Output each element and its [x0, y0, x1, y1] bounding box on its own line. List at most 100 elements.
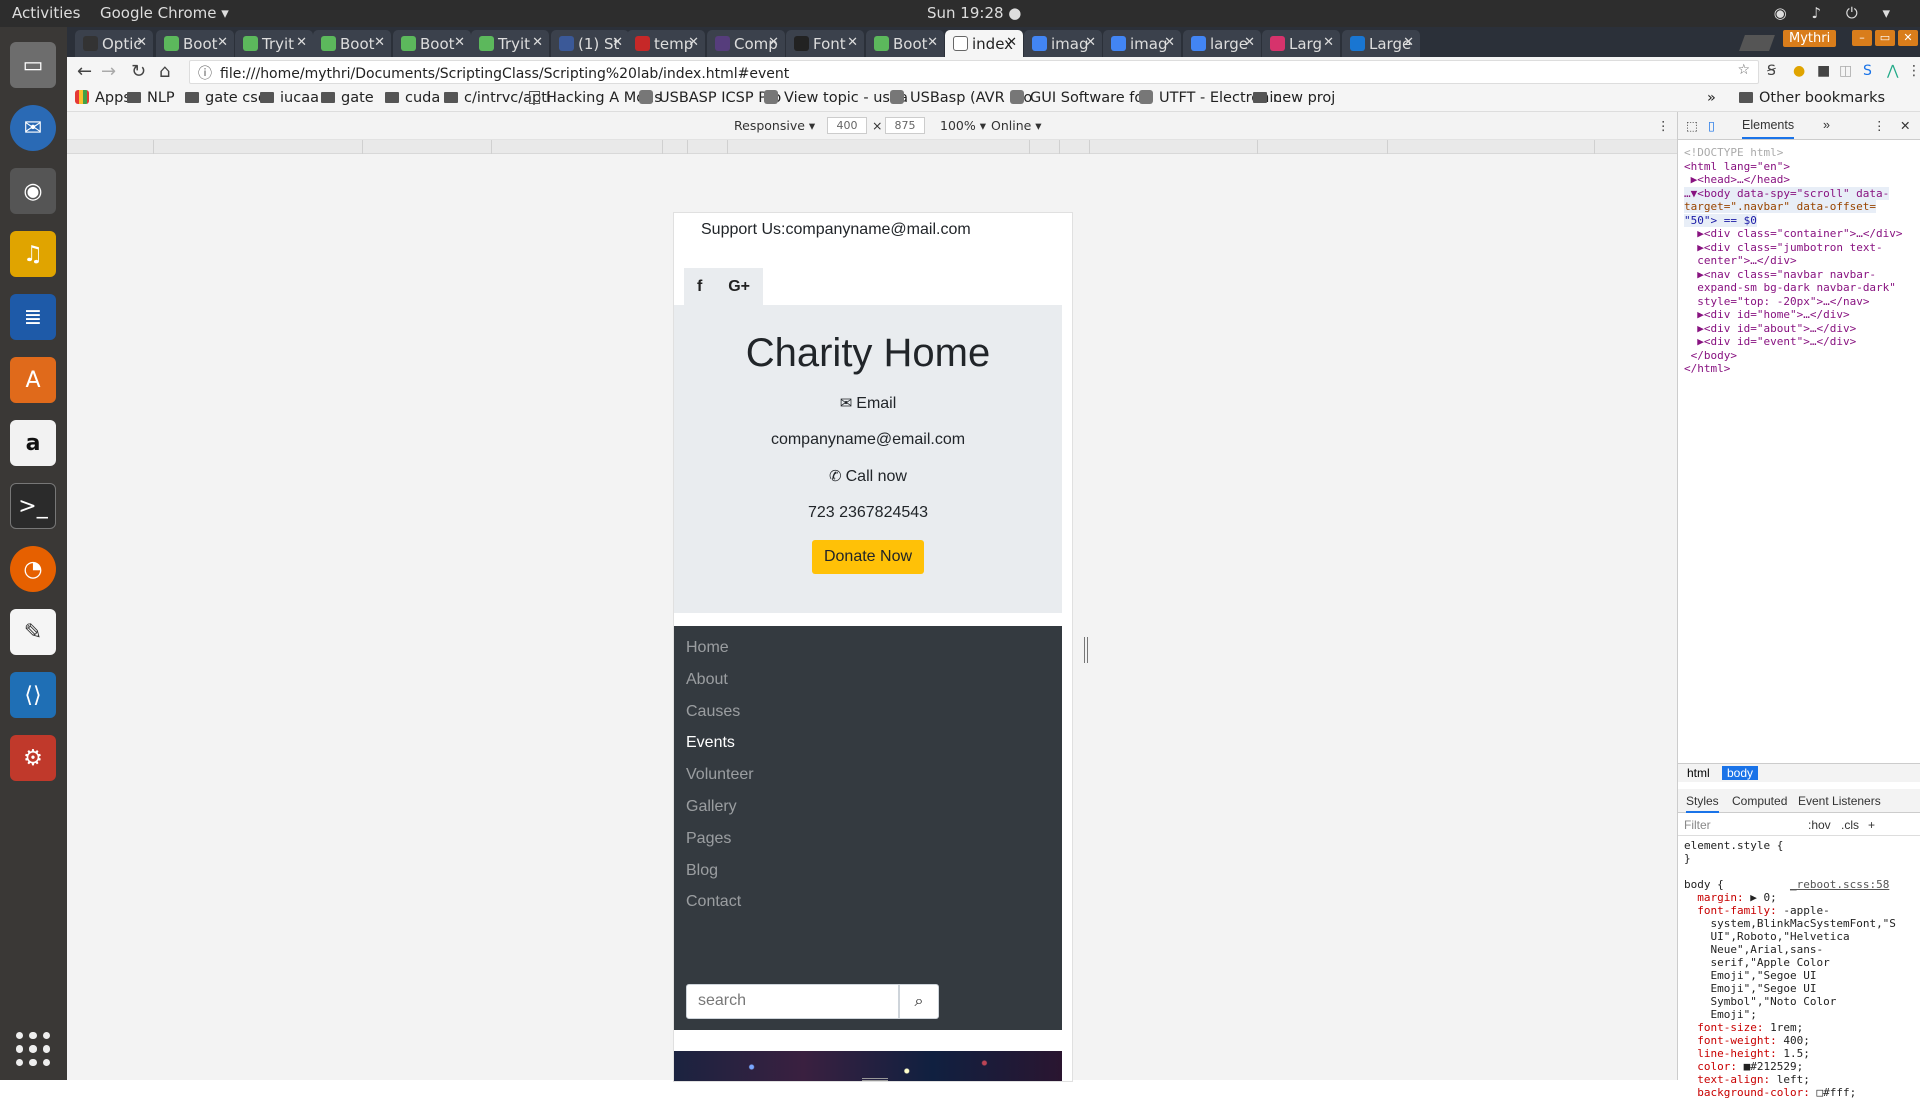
bookmark-folder[interactable]: iucaa — [260, 90, 319, 106]
crumb-html[interactable]: html — [1682, 766, 1715, 780]
tab-styles[interactable]: Styles — [1686, 794, 1719, 813]
tab-close-icon[interactable]: ✕ — [1323, 35, 1334, 50]
tab-close-icon[interactable]: ✕ — [532, 35, 543, 50]
info-icon[interactable]: ⓘ — [198, 66, 212, 82]
bookmark-folder[interactable]: cuda — [385, 90, 440, 106]
tab-close-icon[interactable]: ✕ — [847, 35, 858, 50]
tab-close-icon[interactable]: ✕ — [136, 35, 147, 50]
css-prop[interactable]: color: — [1697, 1060, 1737, 1073]
tab-close-icon[interactable]: ✕ — [296, 35, 307, 50]
add-rule-button[interactable]: + — [1868, 818, 1875, 832]
new-tab-button[interactable] — [1739, 35, 1775, 51]
activities-button[interactable]: Activities — [12, 4, 80, 22]
vscode-icon[interactable]: ⟨⟩ — [10, 672, 56, 718]
device-toggle-icon[interactable]: ▯ — [1708, 118, 1715, 133]
files-icon[interactable]: ▭ — [10, 42, 56, 88]
tab-elements[interactable]: Elements — [1742, 118, 1795, 139]
tab-close-icon[interactable]: ✕ — [768, 35, 779, 50]
dom-node[interactable]: ▶<head>…</head> — [1691, 173, 1790, 186]
styles-filter-input[interactable]: Filter — [1684, 818, 1711, 832]
extension-icon[interactable]: S — [1863, 63, 1872, 79]
device-mode-select[interactable]: Responsive ▾ — [734, 118, 815, 133]
nav-item-about[interactable]: About — [686, 671, 728, 689]
inspect-icon[interactable]: ⬚ — [1686, 118, 1698, 133]
settings-icon[interactable]: ⚙ — [10, 735, 56, 781]
forward-icon[interactable]: → — [101, 61, 116, 82]
tab-0[interactable]: Optic ✕ — [75, 30, 153, 57]
extension-icon[interactable]: ● — [1793, 63, 1805, 79]
dom-node[interactable]: ▶<div id="event">…</div> — [1697, 335, 1856, 348]
tab-close-icon[interactable]: ✕ — [217, 35, 228, 50]
zoom-select[interactable]: 100% ▾ — [940, 118, 986, 133]
show-apps-icon[interactable] — [16, 1032, 50, 1066]
tab-close-icon[interactable]: ✕ — [374, 35, 385, 50]
tab-event-listeners[interactable]: Event Listeners — [1798, 794, 1881, 808]
css-val[interactable]: ▶ 0; — [1744, 891, 1777, 904]
device-toolbar-menu-icon[interactable]: ⋮ — [1657, 118, 1670, 133]
back-icon[interactable]: ← — [77, 61, 92, 82]
css-val[interactable]: 400; — [1777, 1034, 1810, 1047]
tab-16[interactable]: Large ✕ — [1342, 30, 1420, 57]
reload-icon[interactable]: ↻ — [131, 61, 146, 82]
tab-8[interactable]: Comp ✕ — [707, 30, 785, 57]
nav-item-pages[interactable]: Pages — [686, 830, 731, 848]
tab-10[interactable]: Boot ✕ — [866, 30, 944, 57]
css-prop[interactable]: background-color: — [1697, 1086, 1810, 1099]
firefox-icon[interactable]: ◔ — [10, 546, 56, 592]
rhythmbox-icon[interactable]: ♫ — [10, 231, 56, 277]
extension-icon[interactable]: ⋀ — [1887, 63, 1898, 79]
css-val[interactable]: 1rem; — [1763, 1021, 1803, 1034]
tab-15[interactable]: Larg ✕ — [1262, 30, 1340, 57]
bookmark-apps[interactable]: Apps — [75, 90, 131, 106]
css-prop[interactable]: font-size: — [1697, 1021, 1763, 1034]
tab-3[interactable]: Boot ✕ — [313, 30, 391, 57]
nav-item-blog[interactable]: Blog — [686, 862, 718, 880]
devtools-menu-icon[interactable]: ⋮ — [1873, 118, 1886, 133]
crumb-body[interactable]: body — [1722, 766, 1759, 780]
software-center-icon[interactable]: A — [10, 357, 56, 403]
close-window-button[interactable]: ✕ — [1898, 30, 1918, 46]
bookmark-folder[interactable]: gate cse — [185, 90, 267, 106]
bookmark-star-icon[interactable]: ☆ — [1737, 62, 1750, 78]
bookmark-site[interactable]: GUI Software for — [1010, 90, 1149, 106]
styles-pane[interactable]: element.style { } body { _reboot.scss:58… — [1684, 839, 1916, 1099]
tab-close-icon[interactable]: ✕ — [1403, 35, 1414, 50]
system-tray[interactable]: ◉ ♪ ⏻ ▾ — [1774, 4, 1900, 22]
css-val[interactable]: ■#212529; — [1737, 1060, 1804, 1073]
dom-node[interactable]: ▶<div id="home">…</div> — [1697, 308, 1849, 321]
css-prop[interactable]: line-height: — [1697, 1047, 1776, 1060]
amazon-icon[interactable]: a — [10, 420, 56, 466]
network-select[interactable]: Online ▾ — [991, 118, 1042, 133]
app-menu[interactable]: Google Chrome ▾ — [100, 4, 229, 22]
media-query-ruler[interactable] — [67, 140, 1677, 154]
css-prop[interactable]: margin: — [1697, 891, 1743, 904]
nav-item-gallery[interactable]: Gallery — [686, 798, 737, 816]
search-input[interactable]: search — [686, 984, 899, 1019]
css-source-link[interactable]: _reboot.scss:58 — [1790, 878, 1889, 891]
profile-button[interactable]: Mythri — [1783, 30, 1837, 47]
css-val[interactable]: 1.5; — [1777, 1047, 1810, 1060]
tab-13[interactable]: imag ✕ — [1103, 30, 1181, 57]
extension-icon[interactable]: ◫ — [1839, 63, 1852, 79]
tab-close-icon[interactable]: ✕ — [454, 35, 465, 50]
other-bookmarks[interactable]: Other bookmarks — [1739, 90, 1885, 106]
dom-node[interactable]: ▶<div class="jumbotron text- — [1697, 241, 1882, 254]
nav-item-contact[interactable]: Contact — [686, 893, 741, 911]
bookmark-folder[interactable]: NLP — [127, 90, 175, 106]
tab-11[interactable]: index ✕ — [945, 30, 1023, 57]
address-bar[interactable]: ⓘ file:///home/mythri/Documents/Scripting… — [189, 60, 1759, 84]
nav-item-causes[interactable]: Causes — [686, 703, 740, 721]
tab-6[interactable]: (1) St ✕ — [551, 30, 629, 57]
nav-item-home[interactable]: Home — [686, 639, 729, 657]
writer-icon[interactable]: ≣ — [10, 294, 56, 340]
class-toggle[interactable]: .cls — [1841, 818, 1859, 832]
tab-9[interactable]: Font ✕ — [786, 30, 864, 57]
tab-close-icon[interactable]: ✕ — [612, 35, 623, 50]
tab-close-icon[interactable]: ✕ — [1006, 35, 1017, 50]
tab-close-icon[interactable]: ✕ — [927, 35, 938, 50]
terminal-icon[interactable]: >_ — [10, 483, 56, 529]
css-val[interactable]: □#fff; — [1810, 1086, 1856, 1099]
tab-14[interactable]: large ✕ — [1183, 30, 1261, 57]
dom-node[interactable]: </html> — [1684, 362, 1730, 375]
dom-tree[interactable]: <!DOCTYPE html> <html lang="en"> ▶<head>… — [1684, 146, 1920, 376]
